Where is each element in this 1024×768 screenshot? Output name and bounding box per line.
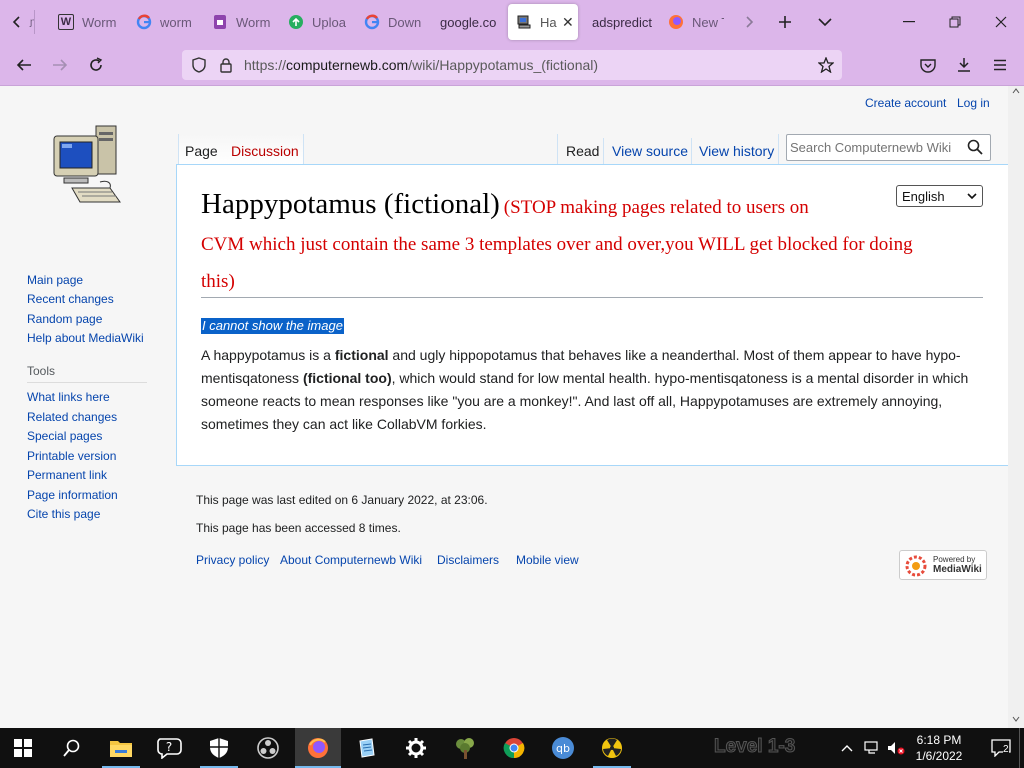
warning-text: CVM which just contain the same 3 templa… <box>201 234 913 255</box>
warning-text: this) <box>201 271 235 292</box>
clock[interactable]: 6:18 PM 1/6/2022 <box>908 732 970 764</box>
powered-by-mediawiki-badge[interactable]: Powered by MediaWiki <box>899 550 987 580</box>
show-hidden-icons-icon[interactable] <box>836 728 858 768</box>
disclaimers-link[interactable]: Disclaimers <box>437 553 499 567</box>
network-icon[interactable] <box>860 728 884 768</box>
sidebar-item-page-information[interactable]: Page information <box>27 488 118 502</box>
google-icon <box>136 14 152 30</box>
svg-text:?: ? <box>166 740 172 754</box>
show-desktop-button[interactable] <box>1019 728 1024 768</box>
tools-divider <box>27 382 147 383</box>
menu-icon[interactable] <box>985 50 1015 80</box>
sidebar-item-help[interactable]: Help about MediaWiki <box>27 331 144 345</box>
about-link[interactable]: About Computernewb Wiki <box>280 553 422 567</box>
list-tabs-icon[interactable] <box>810 7 840 37</box>
firefox-icon <box>668 14 684 30</box>
sidebar-item-special-pages[interactable]: Special pages <box>27 429 102 443</box>
log-in-link[interactable]: Log in <box>957 96 990 110</box>
tab-9[interactable]: New T <box>668 4 724 40</box>
upload-icon <box>288 14 304 30</box>
sidebar-item-recent-changes[interactable]: Recent changes <box>27 292 114 306</box>
minimize-icon[interactable] <box>886 0 932 44</box>
search-input[interactable] <box>790 137 960 158</box>
obs-icon[interactable] <box>245 728 291 768</box>
downloads-icon[interactable] <box>949 50 979 80</box>
new-tab-icon[interactable] <box>770 7 800 37</box>
tab-discussion[interactable]: Discussion <box>231 143 299 159</box>
sidebar-item-related-changes[interactable]: Related changes <box>27 410 117 424</box>
scroll-tabs-right-icon[interactable] <box>734 7 764 37</box>
pocket-icon[interactable] <box>913 50 943 80</box>
tools-heading: Tools <box>27 364 56 378</box>
restore-icon[interactable] <box>932 0 978 44</box>
tab-read[interactable]: Read <box>566 143 599 159</box>
tab-view-source[interactable]: View source <box>612 143 688 159</box>
close-tab-icon[interactable]: ✕ <box>562 14 574 31</box>
article-paragraph: A happypotamus is a fictional and ugly h… <box>201 347 969 432</box>
tab-6[interactable]: google.co <box>440 4 500 40</box>
google-icon <box>364 14 380 30</box>
tab-view-history[interactable]: View history <box>699 143 774 159</box>
reload-icon[interactable] <box>81 50 111 80</box>
privacy-policy-link[interactable]: Privacy policy <box>196 553 269 567</box>
close-window-icon[interactable] <box>978 0 1024 44</box>
page-icon <box>212 14 228 30</box>
search-icon[interactable] <box>49 728 95 768</box>
qbittorrent-icon[interactable]: qb <box>540 728 586 768</box>
windows-start-icon[interactable] <box>0 728 46 768</box>
tab-8[interactable]: adspredict <box>592 4 654 40</box>
tab-4[interactable]: Uploa <box>288 4 348 40</box>
chrome-icon[interactable] <box>491 728 537 768</box>
sidebar-item-random-page[interactable]: Random page <box>27 312 102 326</box>
tab-3[interactable]: Worm <box>212 4 272 40</box>
notepad-icon[interactable] <box>344 728 390 768</box>
sidebar-item-cite-this-page[interactable]: Cite this page <box>27 507 100 521</box>
mobile-view-link[interactable]: Mobile view <box>516 553 579 567</box>
watermark-text: Level 1-3 <box>713 736 796 758</box>
scroll-tabs-left-icon[interactable] <box>2 7 32 37</box>
wiki-logo[interactable] <box>50 122 126 213</box>
wikipedia-icon: W <box>58 14 74 30</box>
firefox-taskbar-icon[interactable] <box>295 728 341 768</box>
page-title: Happypotamus (fictional) <box>201 188 500 220</box>
tab-divider <box>691 138 692 164</box>
create-account-link[interactable]: Create account <box>865 96 946 110</box>
last-edited-text: This page was last edited on 6 January 2… <box>196 493 488 507</box>
sidebar-item-printable-version[interactable]: Printable version <box>27 449 116 463</box>
scrollbar[interactable] <box>1008 86 1024 728</box>
security-shield-icon[interactable] <box>196 728 242 768</box>
warning-text: (STOP making pages related to users on <box>503 197 809 218</box>
bookmark-star-icon[interactable] <box>811 50 841 80</box>
help-icon[interactable]: ? <box>147 728 193 768</box>
tab-active[interactable]: Ha ✕ <box>508 4 578 40</box>
tab-5[interactable]: Down <box>364 4 424 40</box>
computer-icon <box>516 14 532 30</box>
svg-text:qb: qb <box>556 742 570 755</box>
search-icon[interactable] <box>967 139 983 160</box>
tab-1[interactable]: W Worm <box>58 4 118 40</box>
back-icon[interactable] <box>9 50 39 80</box>
tab-separator <box>34 10 35 34</box>
radiation-app-icon[interactable] <box>589 728 635 768</box>
page-heading: Happypotamus (fictional) (STOP making pa… <box>201 186 971 227</box>
tab-page[interactable]: Page <box>185 143 218 159</box>
tab-2[interactable]: worm <box>136 4 196 40</box>
file-explorer-icon[interactable] <box>98 728 144 768</box>
page-views-text: This page has been accessed 8 times. <box>196 521 401 535</box>
lock-icon[interactable] <box>211 50 241 80</box>
sidebar-item-main-page[interactable]: Main page <box>27 273 83 287</box>
url-text[interactable]: https://computernewb.com/wiki/Happypotam… <box>244 57 598 73</box>
sidebar-item-what-links-here[interactable]: What links here <box>27 390 110 404</box>
forward-icon[interactable] <box>45 50 75 80</box>
tab-divider <box>603 138 604 164</box>
volume-muted-icon[interactable] <box>884 728 908 768</box>
settings-gear-icon[interactable] <box>393 728 439 768</box>
sidebar-item-permanent-link[interactable]: Permanent link <box>27 468 107 482</box>
title-underline <box>201 297 983 298</box>
tree-app-icon[interactable] <box>442 728 488 768</box>
tracking-protection-icon[interactable] <box>184 50 214 80</box>
image-placeholder[interactable]: I cannot show the image <box>201 318 344 334</box>
notifications-icon[interactable]: 2 <box>978 728 1024 768</box>
mediawiki-icon <box>905 555 927 577</box>
